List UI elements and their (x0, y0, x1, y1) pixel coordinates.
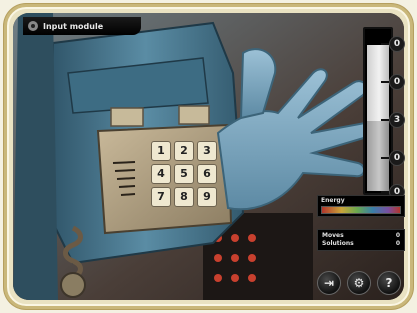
stat-label: Moves (322, 232, 344, 239)
energy-label: Energy (321, 197, 345, 204)
meter-tick-label: 0 (389, 36, 405, 52)
exit-button[interactable]: ⇥ (317, 271, 341, 295)
meter-fill (367, 121, 389, 191)
keypad-key-2[interactable]: 2 (174, 141, 194, 161)
app-icon (28, 21, 38, 31)
keypad-key-7[interactable]: 7 (151, 187, 171, 207)
meter-tick-label: 0 (389, 74, 405, 90)
keypad-key-3[interactable]: 3 (197, 141, 217, 161)
keypad-key-6[interactable]: 6 (197, 164, 217, 184)
keypad-key-9[interactable]: 9 (197, 187, 217, 207)
stat-label: Solutions (322, 240, 354, 247)
meter-tick-label: 3 (389, 112, 405, 128)
help-button[interactable]: ? (377, 271, 401, 295)
red-lights (214, 234, 256, 282)
keypad-key-1[interactable]: 1 (151, 141, 171, 161)
stat-row-moves: Moves 0 (322, 232, 400, 240)
keypad: 1 2 3 4 5 6 7 8 9 (151, 141, 217, 213)
window-title: Input module (43, 21, 104, 31)
gear-icon: ⚙ (353, 276, 365, 290)
energy-bar (321, 206, 401, 214)
title-bar: Input module (23, 17, 141, 35)
stats-panel: Moves 0 Solutions 0 (317, 229, 405, 251)
window-frame: 1 2 3 4 5 6 7 8 9 Input module 0 0 3 0 0… (4, 4, 413, 309)
exit-icon: ⇥ (323, 276, 335, 290)
meter-tick-label: 0 (389, 150, 405, 166)
control-panel: 0 0 3 0 0 Energy Moves 0 Solutions 0 ⇥ ⚙ (315, 27, 407, 299)
settings-button[interactable]: ⚙ (347, 271, 371, 295)
stat-value: 0 (395, 240, 400, 247)
stat-row-solutions: Solutions 0 (322, 240, 400, 248)
help-icon: ? (385, 276, 393, 290)
stat-value: 0 (395, 232, 400, 239)
keypad-key-8[interactable]: 8 (174, 187, 194, 207)
keypad-key-4[interactable]: 4 (151, 164, 171, 184)
level-meter (363, 27, 393, 195)
keypad-key-5[interactable]: 5 (174, 164, 194, 184)
energy-panel: Energy (317, 195, 405, 217)
